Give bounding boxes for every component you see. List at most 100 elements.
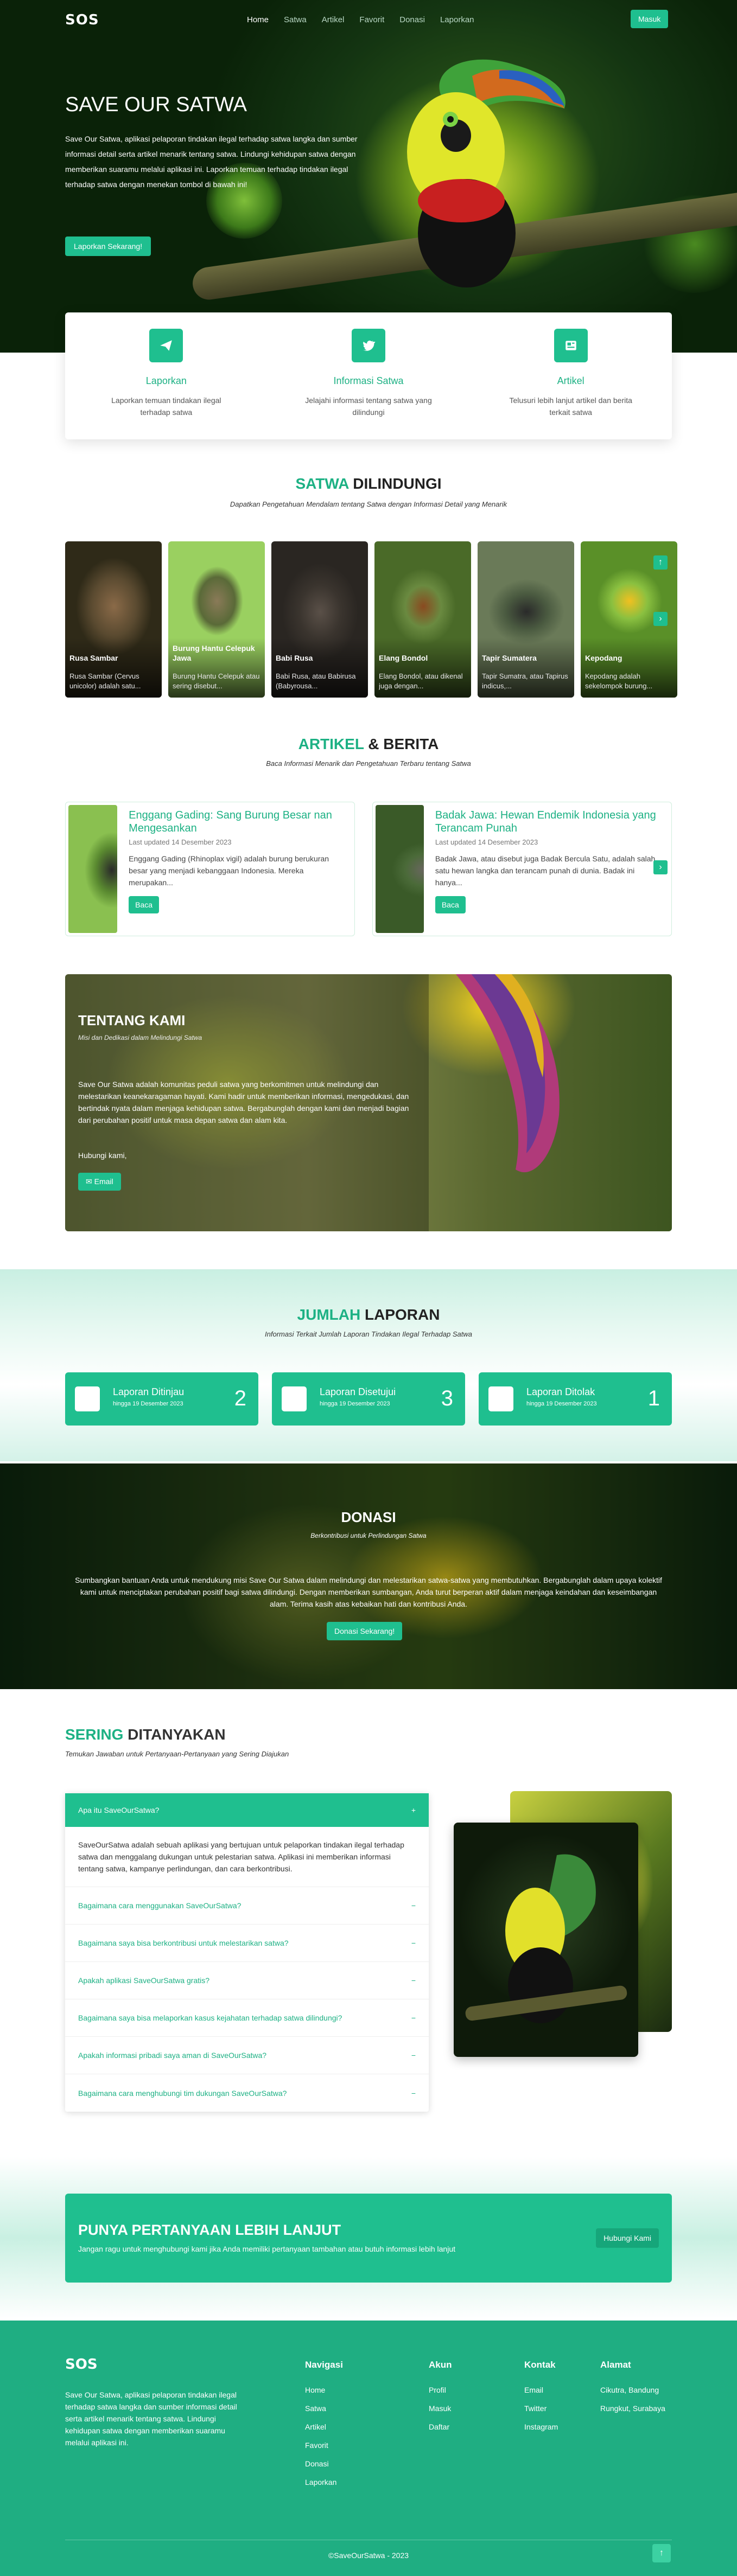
footer-address: Rungkut, Surabaya [600,2404,665,2413]
feature-title: Laporkan [145,375,187,386]
hero-section: SAVE OUR SATWA Save Our Satwa, aplikasi … [0,0,737,353]
read-article-button[interactable]: Baca [129,896,160,913]
back-to-top-arrow-icon[interactable]: ↑ [652,2544,671,2562]
footer-link[interactable]: Donasi [305,2459,343,2468]
footer-link[interactable]: Home [305,2386,343,2394]
document-icon [488,1386,513,1411]
jumlah-section-subtitle: Informasi Terkait Jumlah Laporan Tindaka… [265,1330,472,1338]
footer-col-navigasi: Navigasi Home Satwa Artikel Favorit Dona… [305,2360,343,2486]
footer-link[interactable]: Masuk [429,2404,452,2413]
jumlah-section-title: JUMLAH LAPORAN [297,1306,440,1323]
nav-link-artikel[interactable]: Artikel [322,15,345,24]
article-image [376,805,424,933]
donation-section: DONASI Berkontribusi untuk Perlindungan … [0,1463,737,1689]
send-icon [149,329,183,362]
article-card[interactable]: Enggang Gading: Sang Burung Besar nan Me… [65,802,355,936]
report-count-card: Laporan Ditolak hingga 19 Desember 2023 1 [479,1372,672,1426]
toucan-image [454,1823,638,2057]
footer-link[interactable]: Profil [429,2386,452,2394]
donate-now-button[interactable]: Donasi Sekarang! [327,1622,403,1640]
footer-link[interactable]: Favorit [305,2441,343,2450]
report-count-card: Laporan Disetujui hingga 19 Desember 2023… [272,1372,465,1426]
footer-link[interactable]: Instagram [524,2422,558,2431]
article-title[interactable]: Enggang Gading: Sang Burung Besar nan Me… [129,809,346,835]
carousel-next-arrow-icon[interactable]: › [653,612,668,626]
hero-title: SAVE OUR SATWA [65,93,247,116]
faq-question[interactable]: Apakah aplikasi SaveOurSatwa gratis? − [65,1962,429,1999]
satwa-carousel: Rusa Sambar Rusa Sambar (Cervus unicolor)… [65,541,677,698]
minus-icon: − [411,2088,416,2098]
feature-cards: Laporkan Laporkan temuan tindakan ilegal… [65,312,672,439]
footer-logo[interactable]: SOS [65,2356,98,2373]
faq-question[interactable]: Bagaimana cara menghubungi tim dukungan … [65,2074,429,2112]
copyright: ©SaveOurSatwa - 2023 [328,2551,409,2560]
faq-question[interactable]: Bagaimana saya bisa berkontribusi untuk … [65,1925,429,1962]
about-text: Save Our Satwa adalah komunitas peduli s… [78,1080,409,1124]
footer-description: Save Our Satwa, aplikasi pelaporan tinda… [65,2390,237,2447]
donation-text: Sumbangkan bantuan Anda untuk mendukung … [75,1576,662,1608]
login-button[interactable]: Masuk [631,10,669,28]
footer-link[interactable]: Daftar [429,2422,452,2431]
report-now-button[interactable]: Laporkan Sekarang! [65,236,151,256]
minus-icon: − [411,2051,416,2060]
article-card[interactable]: Badak Jawa: Hewan Endemik Indonesia yang… [372,802,672,936]
donation-subtitle: Berkontribusi untuk Perlindungan Satwa [310,1532,427,1539]
donation-title: DONASI [341,1509,396,1525]
footer-link[interactable]: Twitter [524,2404,558,2413]
contact-us-button[interactable]: Hubungi Kami [596,2228,659,2248]
minus-icon: − [411,2014,416,2022]
footer-address: Cikutra, Bandung [600,2386,659,2394]
hero-description: Save Our Satwa, aplikasi pelaporan tinda… [65,135,358,189]
read-article-button[interactable]: Baca [435,896,466,913]
faq-question[interactable]: Apakah informasi pribadi saya aman di Sa… [65,2037,429,2074]
faq-question[interactable]: Bagaimana cara menggunakan SaveOurSatwa?… [65,1887,429,1925]
faq-title: SERING DITANYAKAN [65,1726,226,1743]
feature-text: Jelajahi informasi tentang satwa yang di… [305,396,432,417]
carousel-up-arrow-icon[interactable]: ↑ [653,555,668,570]
footer-link[interactable]: Laporkan [305,2478,343,2486]
nav-link-satwa[interactable]: Satwa [284,15,307,24]
cta-title: PUNYA PERTANYAAN LEBIH LANJUT [78,2222,341,2238]
feature-card-laporkan[interactable]: Laporkan Laporkan temuan tindakan ilegal… [65,312,268,439]
footer-link[interactable]: Artikel [305,2422,343,2431]
satwa-section-title: SATWA DILINDUNGI [295,475,442,492]
logo[interactable]: SOS [65,12,99,28]
email-button[interactable]: ✉ Email [78,1173,121,1191]
faq-open-question[interactable]: Apa itu SaveOurSatwa? + [65,1793,429,1827]
faq-accordion: Apa itu SaveOurSatwa? + SaveOurSatwa adal… [65,1793,429,2112]
feature-card-informasi[interactable]: Informasi Satwa Jelajahi informasi tenta… [268,312,470,439]
satwa-card[interactable]: Tapir Sumatera Tapir Sumatra, atau Tapiru… [478,541,574,698]
faq-answer: SaveOurSatwa adalah sebuah aplikasi yang… [65,1827,429,1887]
nav-link-donasi[interactable]: Donasi [399,15,425,24]
twitter-icon [352,329,385,362]
footer-link[interactable]: Satwa [305,2404,343,2413]
nav-link-favorit[interactable]: Favorit [359,15,384,24]
nav-links: Home Satwa Artikel Favorit Donasi Lapork… [247,15,474,24]
satwa-card[interactable]: Babi Rusa Babi Rusa, atau Babirusa (Babyr… [271,541,368,698]
feature-text: Telusuri lebih lanjut artikel dan berita… [509,396,632,417]
plus-icon: + [411,1806,416,1814]
contact-cta: PUNYA PERTANYAAN LEBIH LANJUT Jangan rag… [65,2194,672,2283]
document-icon [282,1386,307,1411]
nav-link-laporkan[interactable]: Laporkan [440,15,474,24]
article-next-arrow-icon[interactable]: › [653,860,668,874]
satwa-card[interactable]: Elang Bondol Elang Bondol, atau dikenal j… [374,541,471,698]
article-date: Last updated 14 Desember 2023 [129,838,232,846]
about-subtitle: Misi dan Dedikasi dalam Melindungi Satwa [78,1034,202,1041]
feature-title: Artikel [557,375,584,386]
artikel-section-subtitle: Baca Informasi Menarik dan Pengetahuan T… [266,759,471,768]
feature-card-artikel[interactable]: Artikel Telusuri lebih lanjut artikel da… [469,312,672,439]
article-excerpt: Enggang Gading (Rhinoplax vigil) adalah … [129,854,329,887]
about-contact-label: Hubungi kami, [78,1151,127,1160]
article-image [68,805,118,933]
newspaper-icon [554,329,588,362]
footer-link[interactable]: Email [524,2386,558,2394]
satwa-card[interactable]: Burung Hantu Celepuk Jawa Burung Hantu Ce… [168,541,265,698]
nav-link-home[interactable]: Home [247,15,269,24]
article-title[interactable]: Badak Jawa: Hewan Endemik Indonesia yang… [435,809,663,835]
minus-icon: − [411,1939,416,1947]
footer-col-akun: Akun Profil Masuk Daftar [429,2360,452,2431]
faq-question[interactable]: Bagaimana saya bisa melaporkan kasus kej… [65,1999,429,2037]
satwa-card[interactable]: Rusa Sambar Rusa Sambar (Cervus unicolor)… [65,541,162,698]
toucan-beak-image [456,974,560,1172]
